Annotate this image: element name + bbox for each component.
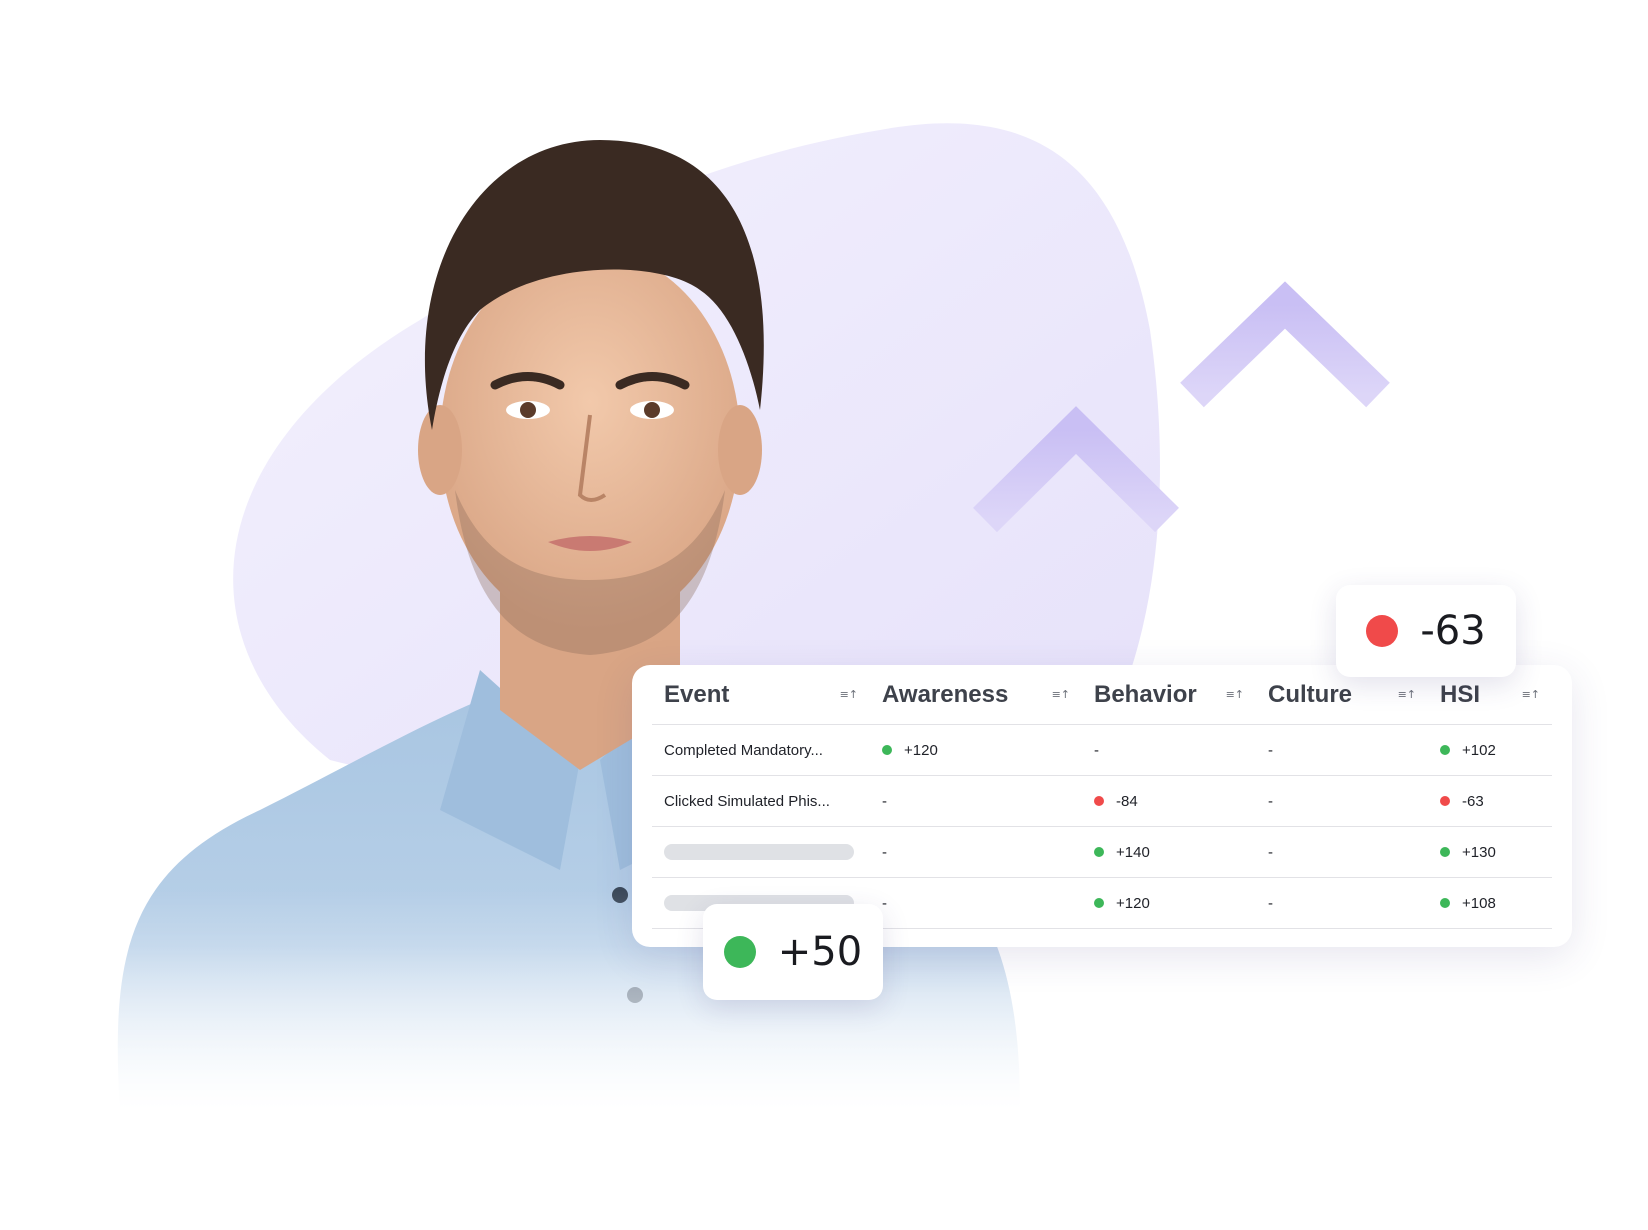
hsi-cell: +102 bbox=[1428, 725, 1552, 775]
table-row[interactable]: Clicked Simulated Phis... - -84 - -63 bbox=[652, 776, 1552, 827]
awareness-value: - bbox=[882, 792, 887, 810]
behavior-cell: -84 bbox=[1082, 776, 1256, 826]
culture-value: - bbox=[1268, 894, 1273, 912]
culture-cell: - bbox=[1256, 878, 1428, 928]
column-header-event[interactable]: Event ≡↑ bbox=[652, 665, 870, 724]
column-header-label: Culture bbox=[1268, 680, 1352, 708]
culture-value: - bbox=[1268, 843, 1273, 861]
status-dot bbox=[1094, 847, 1104, 857]
badge-value: +50 bbox=[777, 929, 863, 975]
status-dot bbox=[1440, 847, 1450, 857]
awareness-cell: - bbox=[870, 827, 1082, 877]
status-dot bbox=[1440, 745, 1450, 755]
hsi-cell: +108 bbox=[1428, 878, 1552, 928]
sort-icon[interactable]: ≡↑ bbox=[1522, 688, 1540, 701]
status-dot bbox=[1094, 796, 1104, 806]
sort-icon[interactable]: ≡↑ bbox=[840, 688, 858, 701]
hsi-value: -63 bbox=[1462, 792, 1484, 810]
badge-value: -63 bbox=[1420, 608, 1486, 654]
column-header-label: Event bbox=[664, 680, 730, 708]
column-header-label: HSI bbox=[1440, 680, 1481, 708]
behavior-cell: +120 bbox=[1082, 878, 1256, 928]
sort-icon[interactable]: ≡↑ bbox=[1398, 688, 1416, 701]
culture-value: - bbox=[1268, 792, 1273, 810]
sort-icon[interactable]: ≡↑ bbox=[1052, 688, 1070, 701]
status-dot bbox=[1440, 898, 1450, 908]
up-arrow-icon bbox=[1180, 281, 1390, 575]
person-photo bbox=[60, 140, 1120, 1170]
column-header-behavior[interactable]: Behavior ≡↑ bbox=[1082, 665, 1256, 724]
status-dot bbox=[1440, 796, 1450, 806]
awareness-value: - bbox=[882, 843, 887, 861]
culture-cell: - bbox=[1256, 776, 1428, 826]
sort-icon[interactable]: ≡↑ bbox=[1226, 688, 1244, 701]
status-dot bbox=[723, 936, 756, 968]
culture-cell: - bbox=[1256, 827, 1428, 877]
column-header-label: Behavior bbox=[1094, 680, 1197, 708]
status-dot bbox=[1094, 898, 1104, 908]
awareness-value: +120 bbox=[904, 741, 938, 759]
awareness-cell: - bbox=[870, 776, 1082, 826]
behavior-value: -84 bbox=[1116, 792, 1138, 810]
hsi-value: +130 bbox=[1462, 843, 1496, 861]
hsi-value: +102 bbox=[1462, 741, 1496, 759]
table-row[interactable]: Completed Mandatory... +120 - - +102 bbox=[652, 725, 1552, 776]
culture-cell: - bbox=[1256, 725, 1428, 775]
behavior-cell: +140 bbox=[1082, 827, 1256, 877]
event-cell bbox=[652, 827, 870, 877]
behavior-value: +140 bbox=[1116, 843, 1150, 861]
hsi-value: +108 bbox=[1462, 894, 1496, 912]
event-cell: Completed Mandatory... bbox=[652, 725, 870, 775]
status-dot bbox=[882, 745, 892, 755]
column-header-awareness[interactable]: Awareness ≡↑ bbox=[870, 665, 1082, 724]
awareness-cell: +120 bbox=[870, 725, 1082, 775]
status-dot bbox=[1366, 615, 1399, 647]
score-badge-positive: +50 bbox=[703, 904, 883, 1000]
behavior-value: - bbox=[1094, 741, 1099, 759]
event-label: Completed Mandatory... bbox=[664, 741, 823, 759]
culture-value: - bbox=[1268, 741, 1273, 759]
behavior-cell: - bbox=[1082, 725, 1256, 775]
event-cell: Clicked Simulated Phis... bbox=[652, 776, 870, 826]
table-row[interactable]: - +140 - +130 bbox=[652, 827, 1552, 878]
skeleton-placeholder bbox=[664, 844, 854, 860]
awareness-cell: - bbox=[870, 878, 1082, 928]
score-badge-negative: -63 bbox=[1336, 585, 1516, 677]
event-label: Clicked Simulated Phis... bbox=[664, 792, 830, 810]
hsi-cell: -63 bbox=[1428, 776, 1552, 826]
behavior-value: +120 bbox=[1116, 894, 1150, 912]
hsi-cell: +130 bbox=[1428, 827, 1552, 877]
awareness-value: - bbox=[882, 894, 887, 912]
column-header-label: Awareness bbox=[882, 680, 1009, 708]
